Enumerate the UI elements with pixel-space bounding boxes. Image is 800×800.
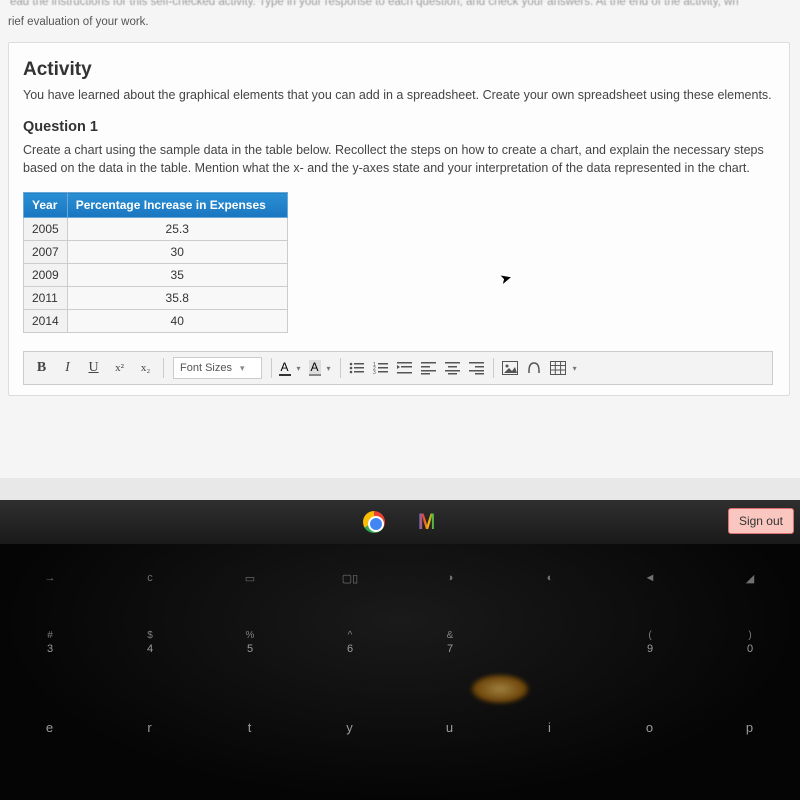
subscript-button[interactable]: x₂: [134, 356, 158, 380]
table-row: 200730: [24, 241, 288, 264]
question-description: Create a chart using the sample data in …: [23, 141, 773, 179]
truncated-instruction-line2: rief evaluation of your work.: [8, 14, 790, 36]
font-size-select[interactable]: Font Sizes: [173, 357, 262, 379]
bullet-list-icon[interactable]: [349, 361, 365, 375]
dropdown-icon[interactable]: ▾: [327, 364, 331, 373]
svg-text:3: 3: [373, 370, 376, 375]
activity-heading: Activity: [23, 59, 773, 81]
table-row: 200935: [24, 264, 288, 287]
table-row: 200525.3: [24, 218, 288, 241]
highlight-color-button[interactable]: A: [309, 360, 321, 376]
indent-icon[interactable]: [397, 361, 413, 375]
toolbar-separator: [163, 358, 164, 378]
align-left-icon[interactable]: [421, 361, 437, 375]
editor-toolbar: B I U x² x₂ Font Sizes A ▾ A ▾ 123 ▾: [23, 351, 773, 385]
sign-out-button[interactable]: Sign out: [728, 508, 794, 534]
dropdown-icon[interactable]: ▾: [573, 364, 577, 373]
keyboard-area: → c ▭ ▢▯ ◑ ◐ ◄ ◢ #3 $4 %5 ^6 &7 (9 )0 e …: [0, 544, 800, 800]
align-center-icon[interactable]: [445, 361, 461, 375]
truncated-instruction-line1: ead the instructions for this self-check…: [8, 0, 790, 14]
keyboard-glare: [470, 674, 530, 704]
underline-button[interactable]: U: [82, 356, 106, 380]
toolbar-separator: [493, 358, 494, 378]
table-icon[interactable]: [550, 361, 566, 375]
page-content: ead the instructions for this self-check…: [0, 0, 800, 478]
chromeos-shelf: M Sign out: [0, 500, 800, 544]
toolbar-separator: [271, 358, 272, 378]
toolbar-separator: [340, 358, 341, 378]
keyboard-number-row: #3 $4 %5 ^6 &7 (9 )0: [0, 630, 800, 655]
text-color-button[interactable]: A: [279, 360, 291, 376]
col-header-year: Year: [24, 193, 68, 218]
image-icon[interactable]: [502, 361, 518, 375]
gmail-icon[interactable]: M: [412, 508, 440, 536]
sample-data-table: Year Percentage Increase in Expenses 200…: [23, 192, 288, 333]
dropdown-icon[interactable]: ▾: [297, 364, 301, 373]
question-heading: Question 1: [23, 119, 773, 135]
table-row: 201440: [24, 310, 288, 333]
bold-button[interactable]: B: [30, 356, 54, 380]
chrome-icon[interactable]: [360, 508, 388, 536]
numbered-list-icon[interactable]: 123: [373, 361, 389, 375]
keyboard-letter-row: e r t y u i o p: [0, 720, 800, 735]
keyboard-fn-row: → c ▭ ▢▯ ◑ ◐ ◄ ◢: [0, 572, 800, 585]
italic-button[interactable]: I: [56, 356, 80, 380]
table-row: 201135.8: [24, 287, 288, 310]
activity-description: You have learned about the graphical ele…: [23, 87, 773, 105]
special-char-icon[interactable]: [526, 361, 542, 375]
align-right-icon[interactable]: [469, 361, 485, 375]
superscript-button[interactable]: x²: [108, 356, 132, 380]
activity-panel: Activity You have learned about the grap…: [8, 42, 790, 396]
col-header-percentage: Percentage Increase in Expenses: [67, 193, 287, 218]
